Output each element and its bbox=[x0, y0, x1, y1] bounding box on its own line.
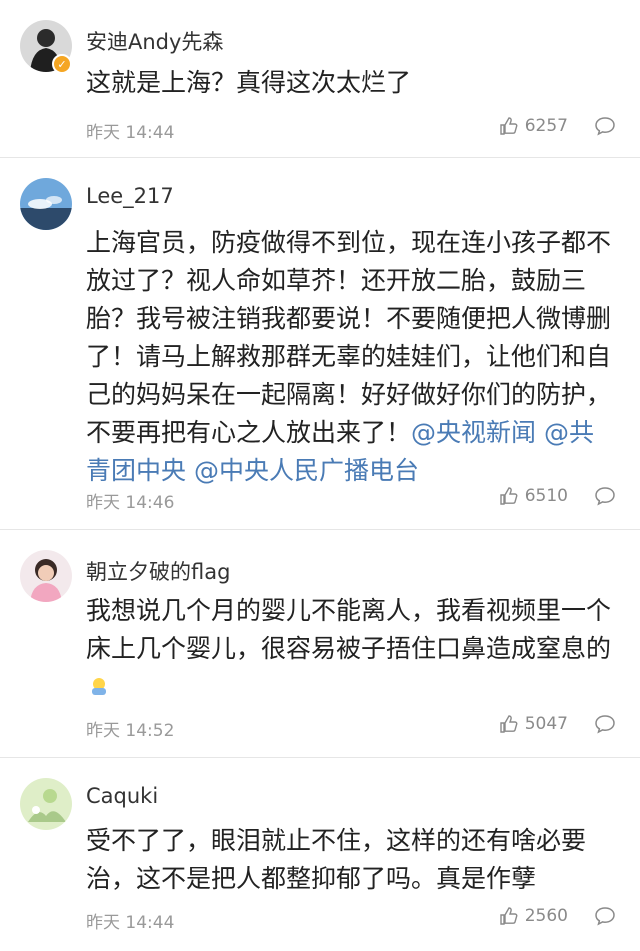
comment-item: Caquki 受不了了，眼泪就止不住，这样的还有啥必要治，这不是把人都整抑郁了吗… bbox=[0, 758, 640, 951]
comment-text: 上海官员，防疫做得不到位，现在连小孩子都不放过了？视人命如草芥！还开放二胎，鼓励… bbox=[86, 224, 616, 490]
reply-icon[interactable] bbox=[594, 486, 616, 506]
comment-item: 朝立夕破的flag 我想说几个月的婴儿不能离人，我看视频里一个床上几个婴儿，很容… bbox=[0, 530, 640, 758]
like-count: 2560 bbox=[524, 906, 568, 926]
comment-body: 我想说几个月的婴儿不能离人，我看视频里一个床上几个婴儿，很容易被子捂住口鼻造成窒… bbox=[86, 596, 612, 663]
like-count: 6257 bbox=[524, 116, 568, 136]
like-button[interactable]: 2560 bbox=[499, 906, 568, 926]
like-button[interactable]: 5047 bbox=[499, 714, 568, 734]
thumbs-up-icon bbox=[500, 487, 518, 505]
mention-link[interactable]: @央视新闻 bbox=[411, 418, 536, 447]
timestamp: 昨天 14:52 bbox=[86, 721, 175, 741]
reply-icon[interactable] bbox=[594, 714, 616, 734]
thumbs-up-icon bbox=[500, 715, 518, 733]
timestamp: 昨天 14:44 bbox=[86, 123, 175, 143]
verified-badge-icon: ✓ bbox=[52, 54, 72, 74]
comment-text: 受不了了，眼泪就止不住，这样的还有啥必要治，这不是把人都整抑郁了吗。真是作孽 bbox=[86, 826, 587, 893]
comment-text: 这就是上海？真得这次太烂了 bbox=[86, 68, 412, 97]
comment-text: 我想说几个月的婴儿不能离人，我看视频里一个床上几个婴儿，很容易被子捂住口鼻造成窒… bbox=[86, 592, 616, 706]
baby-emoji-icon bbox=[92, 678, 106, 695]
mention-link[interactable]: @中央人民广播电台 bbox=[194, 456, 419, 485]
avatar[interactable] bbox=[20, 778, 72, 830]
avatar[interactable] bbox=[20, 550, 72, 602]
username[interactable]: Caquki bbox=[86, 784, 158, 808]
username[interactable]: 朝立夕破的flag bbox=[86, 556, 230, 586]
like-button[interactable]: 6510 bbox=[499, 486, 568, 506]
reply-icon[interactable] bbox=[594, 116, 616, 136]
reply-icon[interactable] bbox=[594, 906, 616, 926]
like-count: 5047 bbox=[524, 714, 568, 734]
timestamp: 昨天 14:44 bbox=[86, 913, 175, 933]
thumbs-up-icon bbox=[500, 907, 518, 925]
comment-item: ✓ 安迪Andy先森 这就是上海？真得这次太烂了 昨天 14:44 6257 bbox=[0, 0, 640, 158]
comment-body: 上海官员，防疫做得不到位，现在连小孩子都不放过了？视人命如草芥！还开放二胎，鼓励… bbox=[86, 228, 612, 447]
avatar[interactable] bbox=[20, 178, 72, 230]
username[interactable]: Lee_217 bbox=[86, 184, 174, 208]
like-button[interactable]: 6257 bbox=[499, 116, 568, 136]
username[interactable]: 安迪Andy先森 bbox=[86, 26, 223, 56]
timestamp: 昨天 14:46 bbox=[86, 493, 175, 513]
comment-item: Lee_217 上海官员，防疫做得不到位，现在连小孩子都不放过了？视人命如草芥！… bbox=[0, 158, 640, 530]
thumbs-up-icon bbox=[500, 117, 518, 135]
like-count: 6510 bbox=[524, 486, 568, 506]
